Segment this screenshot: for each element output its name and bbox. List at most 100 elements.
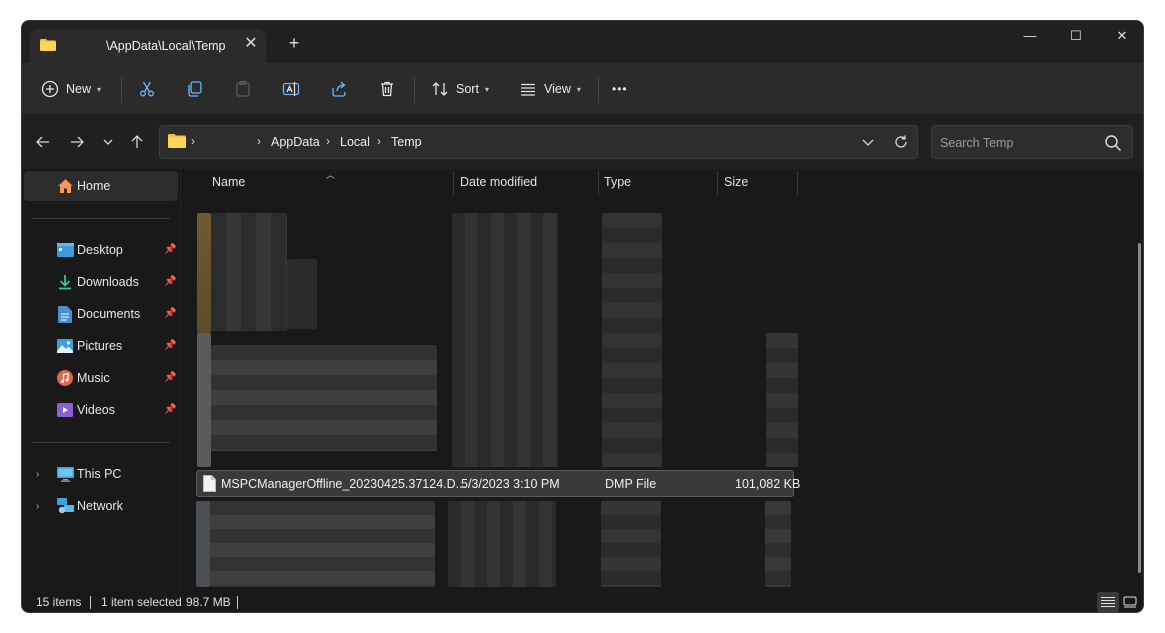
sort-button[interactable]: Sort ▾: [430, 73, 489, 105]
breadcrumb-temp[interactable]: Temp: [391, 135, 422, 149]
sort-label: Sort: [456, 82, 479, 96]
sidebar-label: Desktop: [77, 243, 123, 257]
sidebar-item-music[interactable]: Music 📌: [24, 363, 178, 393]
sidebar-item-pictures[interactable]: Pictures 📌: [24, 331, 178, 361]
arrow-right-icon: [71, 136, 84, 148]
pin-icon[interactable]: 📌: [164, 276, 176, 288]
tab-title: \AppData\Local\Temp: [106, 39, 226, 53]
column-divider[interactable]: [453, 171, 454, 195]
sidebar-label: Documents: [77, 307, 141, 321]
toolbar-divider: [598, 77, 599, 103]
arrow-up-icon: [131, 135, 143, 148]
forward-button[interactable]: [66, 131, 88, 153]
share-button[interactable]: [329, 73, 349, 105]
back-button[interactable]: [32, 131, 54, 153]
column-divider[interactable]: [717, 171, 718, 195]
home-icon: [56, 177, 74, 195]
redacted-dates: [452, 213, 558, 467]
view-button[interactable]: View ▾: [518, 73, 581, 105]
vertical-scrollbar[interactable]: [1138, 243, 1141, 573]
breadcrumb-separator[interactable]: ›: [377, 134, 381, 148]
new-label: New: [66, 82, 92, 96]
maximize-button[interactable]: ☐: [1053, 21, 1099, 51]
sidebar-label: Network: [77, 499, 123, 513]
status-bar: 15 items 1 item selected 98.7 MB: [22, 591, 1143, 612]
tab-temp[interactable]: \AppData\Local\Temp ✕: [30, 29, 266, 63]
rename-icon: [281, 79, 301, 99]
document-icon: [56, 305, 74, 323]
address-bar[interactable]: › › AppData › Local › Temp: [159, 125, 918, 159]
clipboard-icon: [233, 79, 253, 99]
sidebar-item-home[interactable]: Home: [24, 171, 178, 201]
chevron-down-icon[interactable]: [862, 138, 874, 148]
tiles-view-button[interactable]: [1119, 592, 1141, 612]
rename-button[interactable]: [281, 73, 301, 105]
address-row: › › AppData › Local › Temp: [22, 115, 1143, 169]
more-options-button[interactable]: •••: [612, 73, 628, 105]
delete-button[interactable]: [377, 73, 397, 105]
sidebar-item-this-pc[interactable]: › This PC: [24, 459, 178, 489]
breadcrumb-separator[interactable]: ›: [257, 134, 261, 148]
column-header-size[interactable]: Size: [724, 175, 748, 189]
search-input[interactable]: [940, 134, 1100, 152]
selection-size: 98.7 MB: [186, 595, 231, 609]
expand-chevron-icon[interactable]: ›: [36, 469, 39, 480]
breadcrumb-local[interactable]: Local: [340, 135, 370, 149]
new-tab-button[interactable]: +: [284, 33, 304, 53]
sidebar-label: Pictures: [77, 339, 123, 353]
redacted-file-names: [210, 501, 435, 587]
pin-icon[interactable]: 📌: [164, 372, 176, 384]
details-view-button[interactable]: [1097, 592, 1119, 612]
view-list-icon: [518, 79, 538, 99]
sidebar-item-documents[interactable]: Documents 📌: [24, 299, 178, 329]
table-row-selected[interactable]: MSPCManagerOffline_20230425.37124.D... 5…: [196, 470, 800, 497]
sidebar-item-network[interactable]: › Network: [24, 491, 178, 521]
column-header-date[interactable]: Date modified: [460, 175, 537, 189]
minimize-button[interactable]: —: [1007, 21, 1053, 51]
folder-icon: [40, 39, 56, 51]
expand-chevron-icon[interactable]: ›: [36, 501, 39, 512]
column-divider[interactable]: [797, 171, 798, 195]
file-size: 101,082 KB: [735, 477, 801, 491]
sort-icon: [430, 79, 450, 99]
sidebar-divider: [32, 218, 170, 219]
redacted-file-names: [287, 259, 317, 329]
redacted-file-icons: [196, 501, 210, 587]
network-icon: [56, 497, 74, 515]
tab-close-button[interactable]: ✕: [242, 34, 260, 54]
pin-icon[interactable]: 📌: [164, 404, 176, 416]
file-explorer-window: \AppData\Local\Temp ✕ + — ☐ ✕ New ▾ Sort…: [21, 20, 1144, 613]
copy-button[interactable]: [185, 73, 205, 105]
redacted-types: [601, 501, 661, 587]
search-icon[interactable]: [1104, 134, 1122, 152]
close-window-button[interactable]: ✕: [1099, 21, 1143, 51]
breadcrumb-separator[interactable]: ›: [326, 134, 330, 148]
sidebar-item-desktop[interactable]: Desktop 📌: [24, 235, 178, 265]
pin-icon[interactable]: 📌: [164, 340, 176, 352]
sidebar-label: Downloads: [77, 275, 139, 289]
refresh-icon[interactable]: [893, 134, 909, 150]
redacted-dates: [448, 501, 556, 587]
sidebar-label: Home: [77, 179, 111, 193]
breadcrumb-separator[interactable]: ›: [191, 134, 195, 148]
pin-icon[interactable]: 📌: [164, 244, 176, 256]
download-icon: [56, 273, 74, 291]
search-box[interactable]: [931, 125, 1133, 159]
sidebar-item-videos[interactable]: Videos 📌: [24, 395, 178, 425]
pin-icon[interactable]: 📌: [164, 308, 176, 320]
column-header-name[interactable]: Name: [212, 175, 245, 189]
plus-circle-icon: [40, 79, 60, 99]
column-header-type[interactable]: Type: [604, 175, 631, 189]
breadcrumb-appdata[interactable]: AppData: [271, 135, 320, 149]
sidebar-item-downloads[interactable]: Downloads 📌: [24, 267, 178, 297]
computer-icon: [56, 465, 74, 483]
status-divider: [237, 596, 238, 609]
recent-locations-button[interactable]: [97, 131, 119, 153]
up-button[interactable]: [126, 131, 148, 153]
title-bar: \AppData\Local\Temp ✕ + — ☐ ✕: [22, 21, 1143, 63]
command-bar: New ▾ Sort ▾ View ▾ •••: [22, 63, 1143, 115]
new-button[interactable]: New ▾: [40, 73, 101, 105]
paste-button[interactable]: [233, 73, 253, 105]
column-divider[interactable]: [598, 171, 599, 195]
cut-button[interactable]: [137, 73, 157, 105]
